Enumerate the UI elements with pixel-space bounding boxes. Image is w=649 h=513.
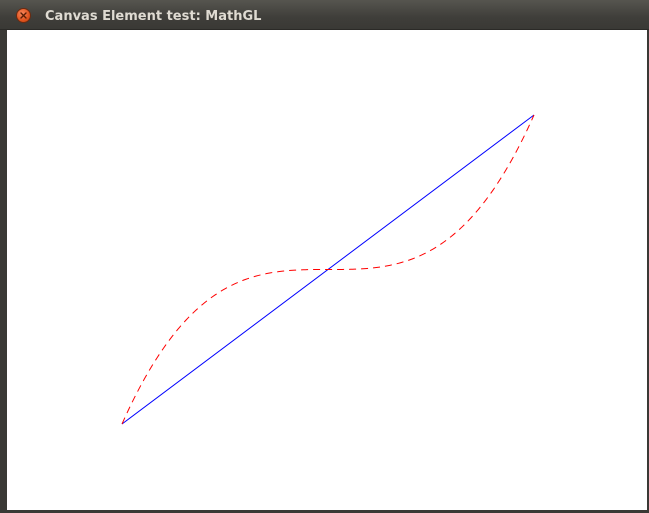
title-bar[interactable]: Canvas Element test: MathGL bbox=[0, 0, 649, 30]
canvas-element[interactable] bbox=[7, 30, 647, 510]
window-left-border bbox=[0, 30, 7, 513]
plot-svg bbox=[121, 114, 535, 425]
window-title: Canvas Element test: MathGL bbox=[45, 9, 262, 24]
app-window: Canvas Element test: MathGL bbox=[0, 0, 649, 513]
close-icon bbox=[20, 12, 27, 19]
close-button[interactable] bbox=[16, 8, 31, 23]
